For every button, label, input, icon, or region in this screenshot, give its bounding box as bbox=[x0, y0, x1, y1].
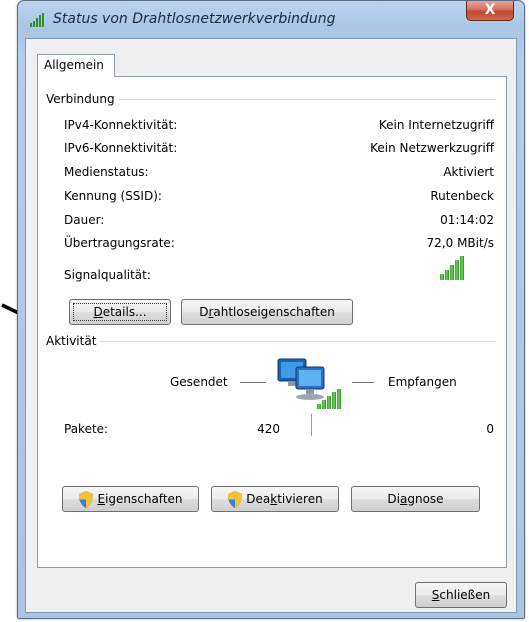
label-packets: Pakete: bbox=[64, 422, 109, 436]
close-button[interactable]: Schließen bbox=[415, 582, 507, 608]
close-icon: X bbox=[484, 2, 496, 18]
label-ipv4: IPv4-Konnektivität: bbox=[64, 118, 178, 132]
dialog-client-area: Allgemein Verbindung IPv4-Konnektivität:… bbox=[25, 38, 517, 613]
value-packets-sent: 420 bbox=[257, 422, 280, 436]
label-duration: Dauer: bbox=[64, 213, 105, 227]
sent-connector-line bbox=[240, 382, 266, 383]
title-bar[interactable]: Status von Drahtlosnetzwerkverbindung X bbox=[18, 1, 524, 39]
label-transfer-rate: Übertragungsrate: bbox=[64, 236, 175, 250]
uac-shield-icon bbox=[79, 491, 94, 508]
label-received: Empfangen bbox=[388, 375, 457, 389]
label-media-status: Medienstatus: bbox=[64, 165, 149, 179]
value-media-status: Aktiviert bbox=[443, 165, 494, 179]
value-ssid: Rutenbeck bbox=[430, 189, 494, 203]
label-ipv6: IPv6-Konnektivität: bbox=[64, 141, 178, 155]
group-label-aktivitaet: Aktivität bbox=[46, 334, 101, 348]
label-signal-quality: Signalqualität: bbox=[64, 268, 151, 282]
label-sent: Gesendet bbox=[170, 375, 228, 389]
value-duration: 01:14:02 bbox=[440, 213, 494, 227]
packets-divider bbox=[311, 414, 312, 436]
details-button[interactable]: Details... bbox=[69, 299, 171, 325]
close-window-button[interactable]: X bbox=[466, 1, 514, 21]
value-ipv6: Kein Netzwerkzugriff bbox=[370, 141, 494, 155]
wireless-properties-button[interactable]: Drahtloseigenschaften bbox=[181, 299, 353, 325]
diagnose-button[interactable]: Diagnose bbox=[351, 486, 480, 512]
value-packets-received: 0 bbox=[486, 422, 494, 436]
tab-panel-allgemein: Verbindung IPv4-Konnektivität: Kein Inte… bbox=[37, 76, 507, 568]
window-title: Status von Drahtlosnetzwerkverbindung bbox=[53, 11, 336, 27]
signal-strength-icon bbox=[440, 256, 466, 280]
activity-signal-icon bbox=[317, 389, 342, 409]
value-transfer-rate: 72,0 MBit/s bbox=[426, 236, 494, 250]
tab-label: Allgemein bbox=[44, 58, 104, 72]
group-label-verbindung: Verbindung bbox=[46, 92, 119, 106]
tab-allgemein[interactable]: Allgemein bbox=[37, 54, 115, 77]
focus-rectangle bbox=[73, 303, 167, 321]
label-ssid: Kennung (SSID): bbox=[64, 189, 162, 203]
wireless-signal-icon bbox=[30, 13, 44, 27]
uac-shield-icon bbox=[228, 491, 243, 508]
received-connector-line bbox=[352, 382, 374, 383]
value-ipv4: Kein Internetzugriff bbox=[378, 118, 494, 132]
group-divider bbox=[46, 341, 496, 342]
properties-button[interactable]: Eigenschaften bbox=[62, 486, 199, 512]
deactivate-button[interactable]: Deaktivieren bbox=[211, 486, 339, 512]
status-dialog: Status von Drahtlosnetzwerkverbindung X … bbox=[17, 0, 525, 619]
